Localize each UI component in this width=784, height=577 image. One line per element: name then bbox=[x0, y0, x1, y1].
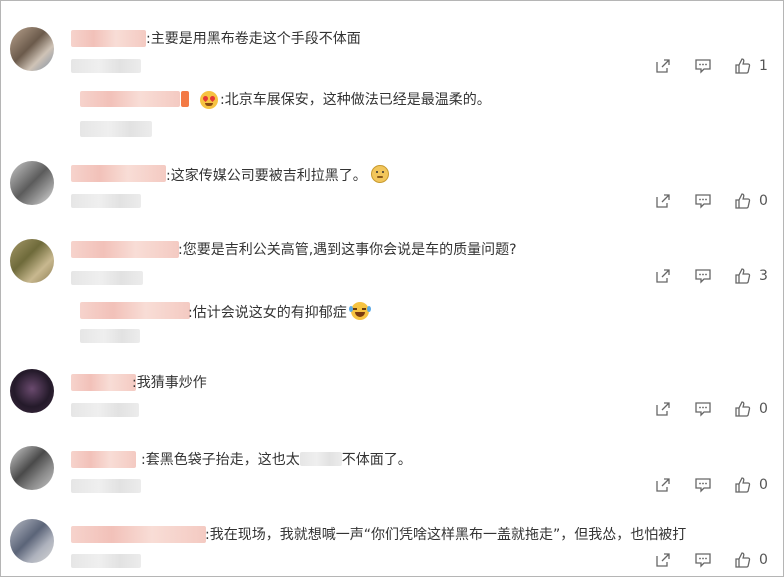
timestamp-blurred bbox=[71, 194, 141, 208]
share-icon bbox=[656, 59, 670, 73]
share-icon bbox=[656, 194, 670, 208]
comment-text: :我猜事炒作 bbox=[132, 375, 207, 391]
laughing-crying-emoji-icon bbox=[349, 302, 372, 320]
username-blurred[interactable] bbox=[71, 374, 136, 391]
doge-emoji-icon bbox=[371, 165, 390, 183]
share-button[interactable] bbox=[651, 265, 675, 287]
share-button[interactable] bbox=[651, 549, 675, 571]
reply-comment-icon bbox=[695, 59, 711, 74]
timestamp-blurred bbox=[71, 271, 143, 285]
share-button[interactable] bbox=[651, 398, 675, 420]
comment-text-body: :这家传媒公司要被吉利拉黑了。 bbox=[166, 168, 367, 184]
reply-timestamp-blurred bbox=[80, 121, 152, 137]
comment-actions: 1 bbox=[651, 55, 769, 77]
like-button[interactable] bbox=[731, 265, 755, 287]
share-button[interactable] bbox=[651, 190, 675, 212]
reply-comment-icon bbox=[695, 478, 711, 493]
thumbs-up-icon bbox=[735, 268, 751, 284]
thumbs-up-icon bbox=[735, 401, 751, 417]
reply-button[interactable] bbox=[691, 265, 715, 287]
like-count: 1 bbox=[759, 58, 768, 74]
avatar[interactable] bbox=[10, 519, 54, 563]
like-count: 0 bbox=[759, 477, 768, 493]
comment-actions: 3 bbox=[651, 265, 769, 287]
comment-text: :套黑色袋子抬走，这也太 不体面了。 bbox=[141, 451, 412, 469]
avatar[interactable] bbox=[10, 446, 54, 490]
reply-comment-icon bbox=[695, 194, 711, 209]
timestamp-blurred bbox=[71, 479, 141, 493]
avatar[interactable] bbox=[10, 369, 54, 413]
timestamp-blurred bbox=[71, 59, 141, 73]
heart-eyes-emoji-icon bbox=[200, 91, 218, 109]
reply-button[interactable] bbox=[691, 190, 715, 212]
timestamp-blurred bbox=[71, 554, 141, 568]
user-badge bbox=[181, 91, 189, 107]
share-icon bbox=[656, 402, 670, 416]
username-blurred[interactable] bbox=[71, 165, 166, 182]
comment-actions: 0 bbox=[651, 190, 769, 212]
like-button[interactable] bbox=[731, 549, 755, 571]
reply-comment-icon bbox=[695, 553, 711, 568]
comment-text: :主要是用黑布卷走这个手段不体面 bbox=[146, 31, 361, 47]
like-button[interactable] bbox=[731, 474, 755, 496]
comment-text: :我在现场，我就想喊一声“你们凭啥这样黑布一盖就拖走”，但我怂，也怕被打 bbox=[205, 527, 687, 543]
comment-text: :您要是吉利公关高管,遇到这事你会说是车的质量问题? bbox=[178, 242, 517, 258]
like-count: 0 bbox=[759, 193, 768, 209]
thumbs-up-icon bbox=[735, 477, 751, 493]
comment-actions: 0 bbox=[651, 474, 769, 496]
avatar[interactable] bbox=[10, 161, 54, 205]
like-button[interactable] bbox=[731, 55, 755, 77]
username-blurred[interactable] bbox=[71, 451, 136, 468]
reply-button[interactable] bbox=[691, 55, 715, 77]
share-icon bbox=[656, 553, 670, 567]
comment-actions: 0 bbox=[651, 398, 769, 420]
username-blurred[interactable] bbox=[71, 241, 179, 258]
reply-text-body: :估计会说这女的有抑郁症 bbox=[188, 305, 347, 321]
reply-username-blurred[interactable] bbox=[80, 91, 180, 107]
comment-text-part-a: :套黑色袋子抬走，这也太 bbox=[141, 452, 300, 468]
reply-text: :北京车展保安，这种做法已经是最温柔的。 bbox=[220, 92, 491, 108]
share-button[interactable] bbox=[651, 474, 675, 496]
like-count: 3 bbox=[759, 268, 768, 284]
share-icon bbox=[656, 269, 670, 283]
reply-username-blurred[interactable] bbox=[80, 302, 190, 319]
timestamp-blurred bbox=[71, 403, 139, 417]
username-blurred[interactable] bbox=[71, 30, 146, 47]
like-count: 0 bbox=[759, 401, 768, 417]
reply-text: :估计会说这女的有抑郁症 bbox=[188, 302, 372, 322]
reply-button[interactable] bbox=[691, 398, 715, 420]
reply-comment-icon bbox=[695, 269, 711, 284]
comment-actions: 0 bbox=[651, 549, 769, 571]
avatar[interactable] bbox=[10, 239, 54, 283]
redacted-text-blur bbox=[299, 452, 342, 466]
comment-list: :主要是用黑布卷走这个手段不体面 1 :北京车展保安，这种做法已经是最温柔的。 bbox=[0, 0, 784, 577]
like-button[interactable] bbox=[731, 398, 755, 420]
like-button[interactable] bbox=[731, 190, 755, 212]
thumbs-up-icon bbox=[735, 193, 751, 209]
reply-button[interactable] bbox=[691, 549, 715, 571]
reply-button[interactable] bbox=[691, 474, 715, 496]
share-icon bbox=[656, 478, 670, 492]
avatar[interactable] bbox=[10, 27, 54, 71]
share-button[interactable] bbox=[651, 55, 675, 77]
like-count: 0 bbox=[759, 552, 768, 568]
comment-text: :这家传媒公司要被吉利拉黑了。 bbox=[166, 165, 390, 185]
thumbs-up-icon bbox=[735, 552, 751, 568]
reply-comment-icon bbox=[695, 402, 711, 417]
comment-text-part-b: 不体面了。 bbox=[341, 452, 412, 468]
reply-timestamp-blurred bbox=[80, 329, 140, 343]
thumbs-up-icon bbox=[735, 58, 751, 74]
username-blurred[interactable] bbox=[71, 526, 206, 543]
